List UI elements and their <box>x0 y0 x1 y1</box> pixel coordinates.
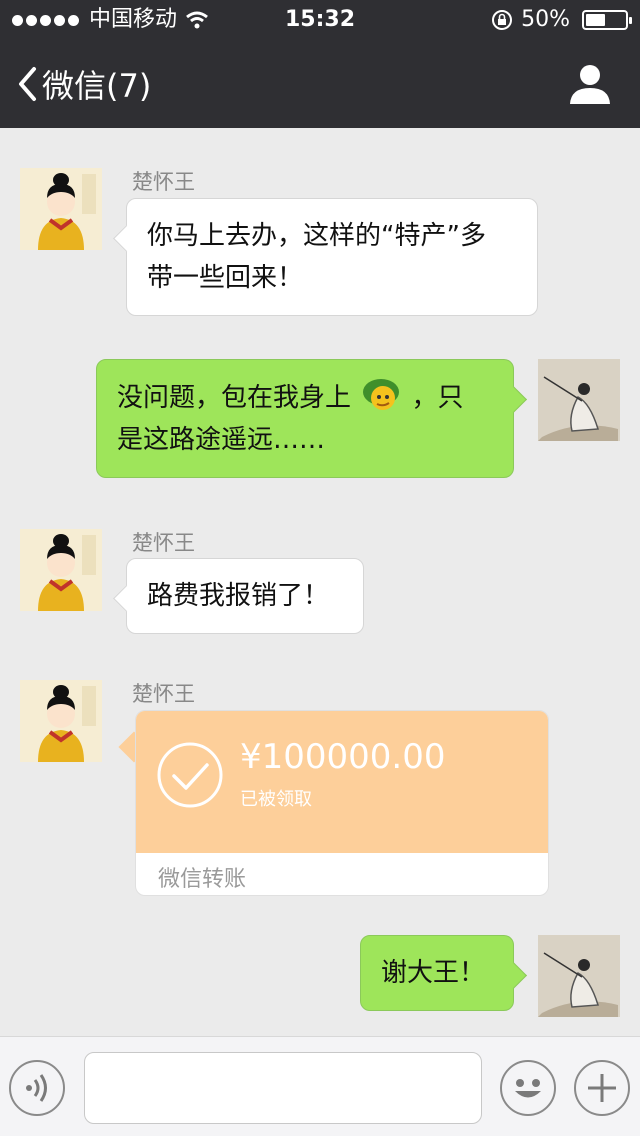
transfer-status: 已被领取 <box>240 789 312 810</box>
battery-group: 50% <box>491 0 632 40</box>
message-text-row: 没问题，包在我身上 ，只 <box>117 376 493 419</box>
message-bubble[interactable]: 没问题，包在我身上 ，只 是这路途遥远…… <box>96 359 514 478</box>
rotation-lock-icon <box>492 10 513 30</box>
emoji-icon <box>515 1079 541 1098</box>
sender-name: 楚怀王 <box>132 170 195 194</box>
turtle-emoji-icon <box>363 379 400 410</box>
avatar-me[interactable] <box>538 935 620 1017</box>
emoji-button[interactable] <box>500 1060 556 1116</box>
voice-button[interactable] <box>9 1060 65 1116</box>
voice-icon <box>26 1074 47 1102</box>
top-bar: 中国移动 15:32 50% 微信(7) <box>0 0 640 128</box>
avatar-me[interactable] <box>538 359 620 441</box>
chat-area: 楚怀王 你马上去办，这样的“特产”多 带一些回来！ 没问题，包在我身上 ，只 是… <box>0 128 640 1036</box>
message-bubble[interactable]: 路费我报销了！ <box>126 558 364 634</box>
message-text: 路费我报销了！ <box>147 581 330 611</box>
message-text: ，只 <box>411 383 464 413</box>
back-button[interactable]: 微信(7) <box>16 40 151 128</box>
battery-percent: 50% <box>521 7 570 32</box>
status-bar: 中国移动 15:32 50% <box>0 0 640 40</box>
more-button[interactable] <box>574 1060 630 1116</box>
message-bubble[interactable]: 你马上去办，这样的“特产”多 带一些回来！ <box>126 198 538 316</box>
message-bubble[interactable]: 谢大王！ <box>360 935 514 1011</box>
person-icon[interactable] <box>568 62 612 106</box>
message-text: 没问题，包在我身上 <box>117 383 352 413</box>
avatar-king[interactable] <box>20 529 102 611</box>
plus-icon <box>588 1074 616 1102</box>
nav-bar: 微信(7) <box>0 40 640 128</box>
battery-icon <box>582 10 632 30</box>
transfer-label: 微信转账 <box>158 867 247 892</box>
message-input[interactable] <box>84 1052 482 1124</box>
message-text: 是这路途遥远…… <box>117 425 326 455</box>
avatar-king[interactable] <box>20 168 102 250</box>
sender-name: 楚怀王 <box>132 531 195 555</box>
transfer-amount: ¥100000.00 <box>240 737 446 777</box>
chevron-left-icon <box>19 67 36 101</box>
message-text: 带一些回来！ <box>147 263 304 293</box>
transfer-card[interactable]: ¥100000.00 已被领取 微信转账 <box>135 710 549 896</box>
message-text: 谢大王！ <box>381 958 486 988</box>
sender-name: 楚怀王 <box>132 682 195 706</box>
avatar-king[interactable] <box>20 680 102 762</box>
back-label: 微信(7) <box>42 67 152 105</box>
input-bar <box>0 1036 640 1136</box>
transfer-header: ¥100000.00 已被领取 <box>136 711 548 853</box>
message-text: 你马上去办，这样的“特产”多 <box>147 221 486 251</box>
check-circle-icon <box>157 742 223 808</box>
